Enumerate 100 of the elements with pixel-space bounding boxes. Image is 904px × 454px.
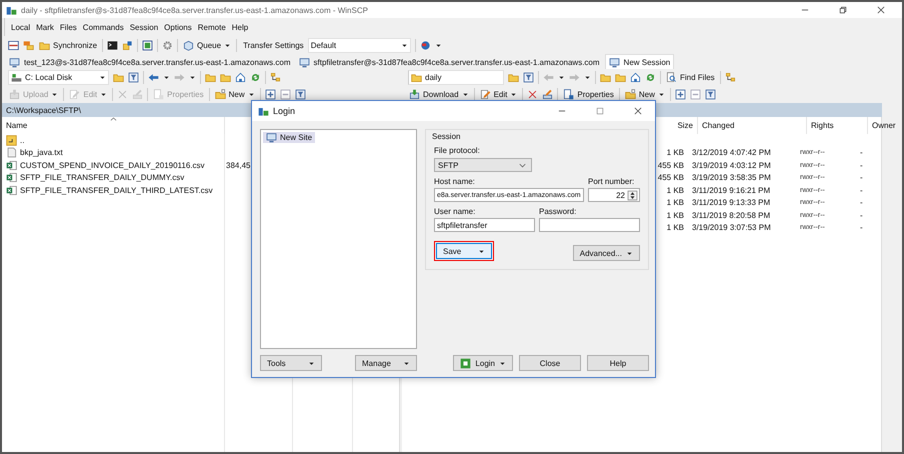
modified-date: 3/11/2019 9:16:21 PM — [692, 186, 770, 195]
caret-icon — [558, 74, 565, 81]
find-files-button[interactable]: Find Files — [665, 72, 716, 83]
drive-dropdown[interactable]: C: Local Disk — [8, 70, 109, 85]
menu-item[interactable]: Mark — [36, 22, 54, 32]
owner: - — [860, 173, 863, 182]
toolbar-button[interactable]: Edit — [478, 89, 518, 100]
path-text: C:\Workspace\SFTP\ — [6, 106, 81, 114]
menu-item[interactable]: Remote — [198, 22, 226, 32]
spreadsheet-icon — [6, 184, 17, 196]
field-label: Port number: — [588, 177, 636, 186]
plus-icon[interactable] — [674, 89, 686, 100]
synchronize-button[interactable]: Synchronize — [38, 40, 98, 50]
restore-icon[interactable] — [838, 5, 848, 15]
column-header[interactable]: Owner — [868, 117, 902, 134]
column-header[interactable]: Rights — [807, 117, 868, 134]
panel-icon[interactable] — [142, 40, 154, 50]
caret-icon — [510, 91, 518, 98]
menu-item[interactable]: Local — [11, 22, 30, 32]
close-button[interactable]: Close — [519, 355, 581, 371]
modified-date: 3/11/2019 8:20:58 PM — [692, 210, 770, 220]
drive-icon — [11, 72, 22, 83]
manage-button[interactable]: Manage — [355, 355, 417, 371]
monitor-icon — [608, 56, 620, 68]
filter-icon[interactable] — [704, 89, 716, 100]
help-button[interactable]: Help — [587, 355, 649, 371]
login-button[interactable]: Login — [453, 355, 513, 371]
dialog-title: Login — [273, 106, 296, 116]
session-tab[interactable]: New Session — [604, 54, 674, 69]
file-name[interactable]: SFTP_FILE_TRANSFER_DAILY_THIRD_LATEST.csv — [2, 184, 224, 196]
toolbar-button[interactable]: New — [214, 89, 256, 100]
properties-button[interactable]: Properties — [562, 89, 615, 100]
close-icon[interactable] — [633, 106, 643, 116]
filter-icon[interactable] — [128, 72, 139, 83]
spinner-icon[interactable] — [627, 190, 638, 200]
close-icon[interactable] — [876, 5, 886, 15]
directory-dropdown[interactable]: daily — [408, 70, 504, 85]
toolbar-button[interactable]: New — [624, 89, 666, 100]
caret-icon — [584, 74, 591, 81]
caret-icon — [51, 91, 58, 98]
group-label: Session — [432, 132, 462, 141]
minus-icon[interactable] — [280, 89, 291, 100]
edit-icon — [69, 89, 80, 100]
owner: - — [860, 210, 863, 220]
home-icon[interactable] — [235, 72, 246, 83]
menu-item[interactable]: Options — [164, 22, 192, 32]
settings-icon[interactable] — [162, 40, 174, 50]
folders-icon[interactable] — [23, 40, 34, 50]
refresh-icon[interactable] — [250, 72, 261, 83]
caret-icon — [658, 91, 665, 98]
window-title: daily - sftpfiletransfer@s-31d87fea8c9f4ce8a.server.transfer.us-east-1.amazonaws.com - WinSCP — [21, 6, 368, 14]
modified-date: 3/19/2019 3:07:53 PM — [692, 223, 771, 232]
caret-icon[interactable] — [434, 42, 442, 48]
user-field[interactable]: sftpfiletransfer — [434, 218, 535, 232]
file-name[interactable]: SFTP_FILE_TRANSFER_DAILY_DUMMY.csv — [2, 172, 224, 184]
column-header[interactable]: Changed — [698, 117, 807, 134]
file-size: 1 KB — [666, 210, 684, 220]
monitor-icon — [9, 57, 20, 68]
caret-icon — [248, 91, 255, 98]
advanced-button[interactable]: Advanced... — [572, 245, 640, 261]
file-name[interactable]: .. — [2, 134, 224, 146]
caret-icon — [499, 360, 506, 366]
filter-icon[interactable] — [294, 89, 306, 100]
file-name[interactable]: bkp_java.txt — [2, 147, 224, 158]
modified-date: 3/19/2019 4:03:12 PM — [692, 160, 771, 170]
rename-icon[interactable] — [542, 89, 554, 100]
file-size: 1 KB — [666, 186, 684, 195]
caret-icon — [100, 91, 108, 98]
modified-date: 3/19/2019 3:58:35 PM — [692, 173, 771, 182]
menu-item[interactable]: Help — [232, 22, 248, 32]
protocol-dropdown[interactable]: SFTP — [434, 158, 532, 172]
file-size: 1 KB — [666, 148, 684, 158]
terminal-icon[interactable] — [107, 40, 118, 50]
folder-icon — [39, 40, 50, 50]
toolbar-button[interactable]: Download — [408, 89, 470, 100]
tree-icon[interactable] — [270, 72, 281, 83]
file-name[interactable]: CUSTOM_SPEND_INVOICE_DAILY_20190116.csv — [2, 160, 224, 171]
file-size: 384,45 — [226, 160, 250, 170]
menu-item[interactable]: Files — [60, 22, 77, 32]
tools-button[interactable]: Tools — [260, 355, 322, 371]
tree-icon[interactable] — [724, 72, 736, 83]
delete-icon[interactable] — [527, 89, 538, 100]
owner: - — [860, 198, 863, 208]
refresh-icon[interactable] — [645, 72, 656, 83]
transfer-settings-dropdown[interactable]: Default — [308, 38, 411, 52]
back-arrow-icon[interactable] — [148, 72, 159, 83]
upload-icon — [9, 89, 20, 100]
home-icon[interactable] — [630, 72, 641, 83]
queue-button[interactable]: Queue — [182, 40, 232, 50]
save-button[interactable]: Save — [436, 243, 492, 259]
port-field[interactable]: 22 — [588, 188, 640, 202]
site-item[interactable]: New Site — [263, 132, 316, 143]
maximize-icon[interactable] — [595, 106, 605, 116]
plus-icon[interactable] — [264, 89, 276, 100]
menu-item[interactable]: Commands — [82, 22, 124, 32]
column-header[interactable]: Name — [2, 117, 225, 134]
filter-icon[interactable] — [523, 72, 534, 83]
edit-icon — [480, 89, 491, 100]
menu-item[interactable]: Session — [130, 22, 158, 32]
password-field[interactable] — [539, 218, 640, 232]
